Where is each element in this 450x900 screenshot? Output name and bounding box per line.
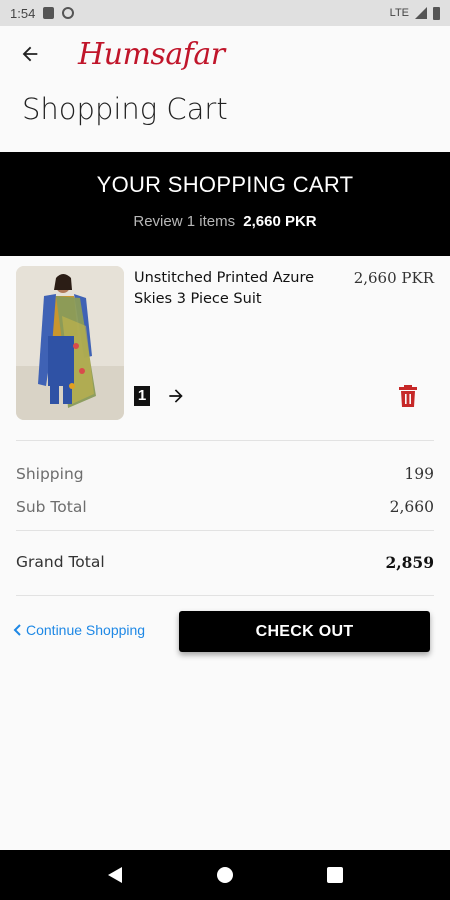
chevron-left-icon [13,624,21,636]
subtotal-row: Sub Total 2,660 [16,498,434,516]
circle-home-icon [217,867,233,883]
quantity-value[interactable]: 1 [134,386,150,406]
cart-item: Unstitched Printed Azure Skies 3 Piece S… [16,266,434,422]
product-illustration [16,266,124,420]
status-time: 1:54 [10,5,36,21]
status-left: 1:54 [10,5,75,21]
review-count-text: Review 1 items [133,213,236,230]
signal-icon [415,7,427,19]
nav-recents-button[interactable] [315,855,355,895]
status-bar: 1:54 LTE [0,0,450,26]
system-nav-bar [0,850,450,900]
cart-banner: YOUR SHOPPING CART Review 1 items 2,660 … [0,152,450,256]
product-name[interactable]: Unstitched Printed Azure Skies 3 Piece S… [134,268,324,310]
product-image[interactable] [16,266,124,420]
sim-card-icon [43,7,55,19]
shipping-row: Shipping 199 [16,465,434,483]
checkout-button[interactable]: CHECK OUT [179,611,430,652]
quantity-next-button[interactable] [162,382,190,410]
product-price: 2,660 PKR [353,269,434,287]
status-right: LTE [389,6,440,20]
page-title: Shopping Cart [22,92,228,126]
cart-review-summary: Review 1 items 2,660 PKR [0,213,450,230]
grand-total-label: Grand Total [16,553,105,571]
triangle-back-icon [108,867,122,883]
app-bar: Humsafar [0,26,450,82]
review-total: 2,660 PKR [243,213,317,230]
continue-shopping-link[interactable]: Continue Shopping [12,622,145,638]
divider [16,440,434,441]
arrow-right-icon [169,389,183,403]
continue-shopping-label: Continue Shopping [26,622,146,638]
divider [16,530,434,531]
shipping-label: Shipping [16,465,84,483]
divider [16,595,434,596]
grand-total-row: Grand Total 2,859 [16,553,434,572]
back-button[interactable] [0,26,60,82]
shipping-value: 199 [404,465,434,483]
data-saver-icon [62,7,75,19]
cart-banner-title: YOUR SHOPPING CART [96,172,354,197]
trash-icon [399,385,417,407]
square-recents-icon [327,867,343,883]
network-type: LTE [389,7,409,19]
brand-logo[interactable]: Humsafar [78,37,225,72]
delete-item-button[interactable] [396,382,420,410]
subtotal-label: Sub Total [16,498,87,516]
nav-home-button[interactable] [205,855,245,895]
battery-icon [433,6,440,20]
nav-back-button[interactable] [95,855,135,895]
back-arrow-icon [22,46,38,62]
subtotal-value: 2,660 [389,498,434,516]
grand-total-value: 2,859 [385,553,434,572]
